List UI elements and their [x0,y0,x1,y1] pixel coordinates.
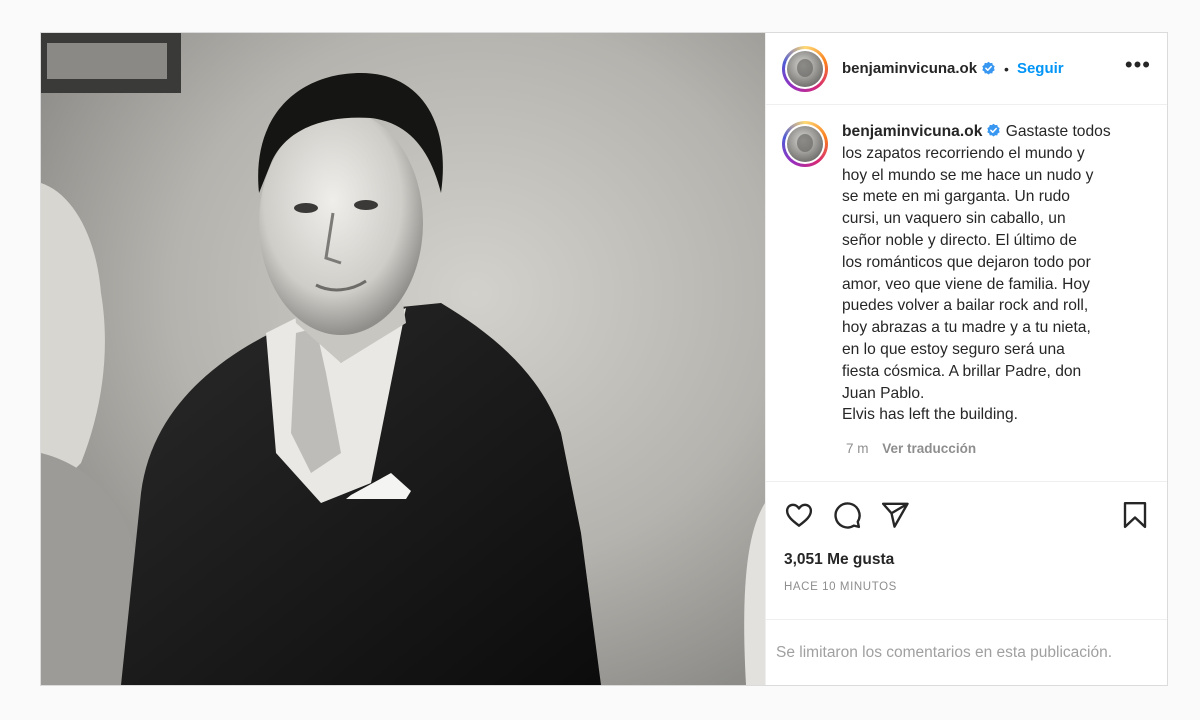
avatar[interactable] [782,45,828,92]
action-bar [766,481,1167,545]
more-options-button[interactable]: ••• [1125,53,1151,84]
instagram-post: benjaminvicuna.ok • Seguir ••• benjaminv… [40,32,1168,686]
caption-block: benjaminvicuna.ok Gastaste todos los zap… [782,121,1153,426]
caption-avatar-frame [785,124,825,164]
vintage-portrait-photo [41,33,765,685]
avatar-frame [785,48,825,89]
caption-avatar[interactable] [782,121,828,167]
post-header: benjaminvicuna.ok • Seguir ••• [766,33,1167,105]
heart-icon[interactable] [784,500,814,530]
caption-avatar-image [787,126,823,162]
translate-link[interactable]: Ver traducción [882,441,976,456]
caption-time: 7 m [846,441,869,456]
follow-button[interactable]: Seguir [1017,60,1064,77]
comment-icon[interactable] [832,500,862,530]
caption-text: benjaminvicuna.ok Gastaste todos los zap… [842,121,1142,426]
post-sidebar: benjaminvicuna.ok • Seguir ••• benjaminv… [765,33,1167,685]
caption-body: Gastaste todos los zapatos recorriendo e… [842,123,1111,424]
likes-count[interactable]: 3,051 Me gusta [784,551,894,569]
comments-limited-notice: Se limitaron los comentarios en esta pub… [766,619,1167,685]
post-photo[interactable] [41,33,765,685]
verified-badge-icon [982,61,995,75]
caption-meta: 7 m Ver traducción [846,441,976,456]
bookmark-icon[interactable] [1120,500,1150,530]
caption-username[interactable]: benjaminvicuna.ok [842,123,982,140]
header-username[interactable]: benjaminvicuna.ok [842,60,977,77]
caption-verified-badge-icon [987,123,1001,137]
post-timestamp: HACE 10 MINUTOS [784,581,897,593]
avatar-image [787,50,823,87]
send-icon[interactable] [880,500,910,530]
separator-dot: • [1004,60,1009,77]
